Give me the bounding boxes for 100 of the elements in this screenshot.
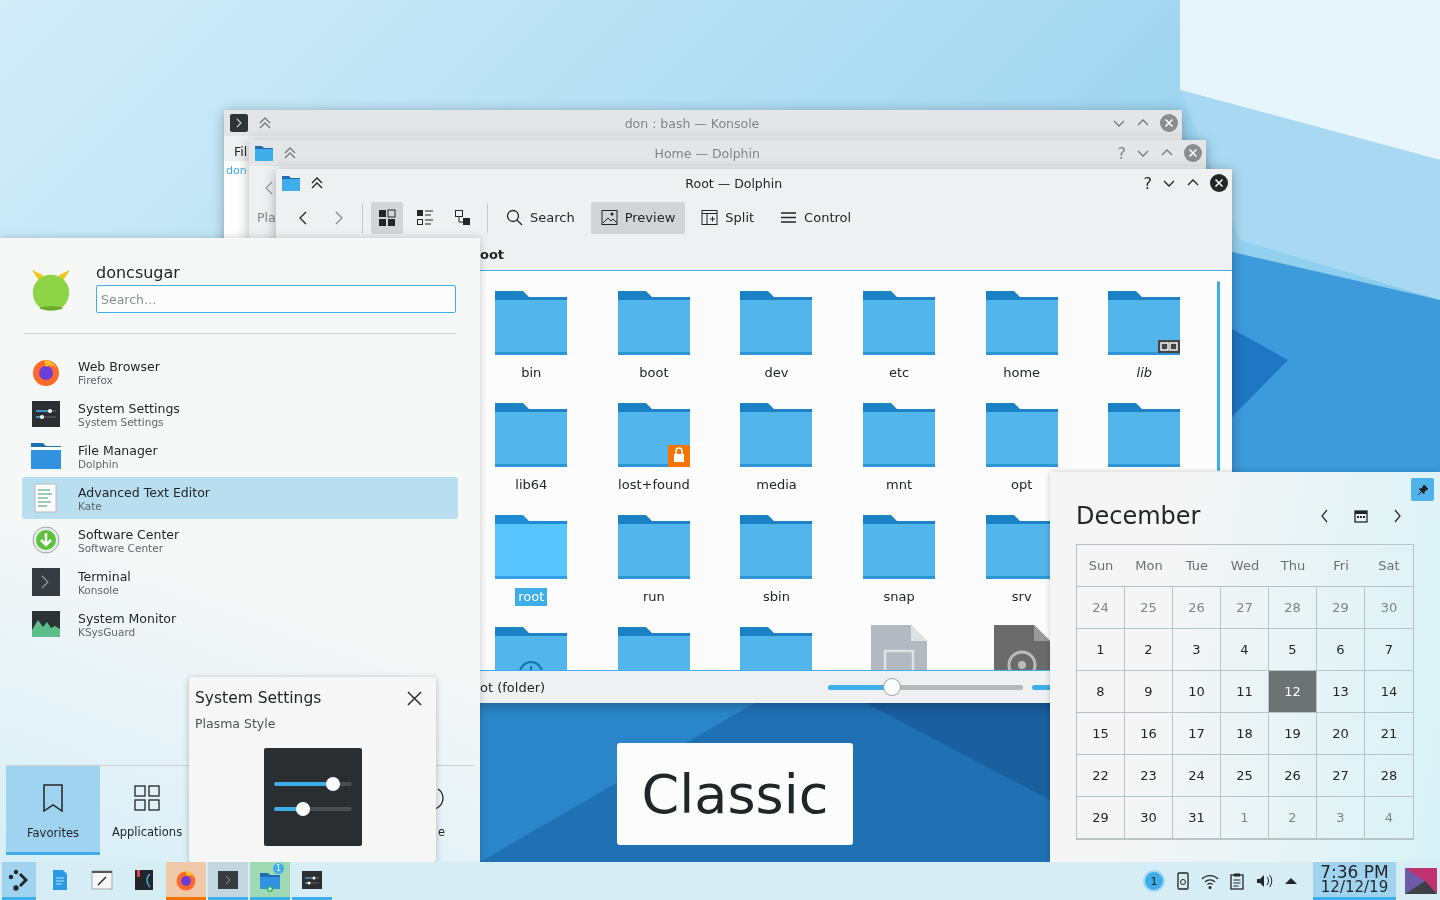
zoom-slider[interactable] <box>828 678 1023 696</box>
folder-icon[interactable] <box>617 513 690 579</box>
phone-icon[interactable] <box>1174 872 1192 890</box>
menu-tab[interactable]: Favorites <box>6 766 100 855</box>
day-cell[interactable]: 13 <box>1317 671 1365 713</box>
day-cell[interactable]: 18 <box>1221 713 1269 755</box>
day-cell[interactable]: 23 <box>1125 755 1173 797</box>
list-icon <box>416 208 434 227</box>
help-button[interactable]: ? <box>1143 173 1152 193</box>
app-item[interactable]: Advanced Text Editor Kate <box>22 477 458 519</box>
folder-icon[interactable] <box>863 289 936 355</box>
taskbar-button[interactable] <box>208 862 248 900</box>
close-icon[interactable] <box>407 690 422 706</box>
day-cell[interactable]: 28 <box>1269 587 1317 629</box>
file-name[interactable]: run <box>639 588 668 606</box>
toolbar-button[interactable]: Split <box>691 201 765 234</box>
day-cell[interactable]: 31 <box>1173 797 1221 839</box>
day-cell[interactable]: 9 <box>1125 671 1173 713</box>
file-name[interactable]: snap <box>880 588 918 606</box>
pin-button[interactable] <box>1411 478 1434 501</box>
linked-folder-icon[interactable] <box>1108 289 1181 355</box>
file-name[interactable]: media <box>753 476 800 494</box>
toolbar-button[interactable]: Preview <box>590 201 686 234</box>
taskbar-button[interactable] <box>2 862 36 900</box>
day-cell[interactable]: 24 <box>1173 755 1221 797</box>
day-cell[interactable]: 16 <box>1125 713 1173 755</box>
file-name[interactable]: opt <box>1008 476 1036 494</box>
slider-handle[interactable] <box>883 678 902 696</box>
file-name[interactable]: lib <box>1133 364 1155 382</box>
day-cell[interactable]: 14 <box>1365 671 1413 713</box>
keep-above-icon[interactable] <box>310 176 324 190</box>
wifi-icon[interactable] <box>1201 872 1219 890</box>
file-name[interactable]: dev <box>761 364 792 382</box>
day-cell[interactable]: 6 <box>1317 629 1365 671</box>
day-cell[interactable]: 25 <box>1221 755 1269 797</box>
toolbar-button[interactable]: Control <box>770 201 862 234</box>
day-cell[interactable]: 17 <box>1173 713 1221 755</box>
day-cell[interactable]: 26 <box>1173 587 1221 629</box>
app-item[interactable]: File Manager Dolphin <box>22 435 458 477</box>
folder-icon[interactable] <box>495 289 568 355</box>
close-icon[interactable] <box>1210 174 1228 192</box>
day-cell[interactable]: 10 <box>1173 671 1221 713</box>
calendar-icon[interactable] <box>1354 509 1368 523</box>
scrollbar[interactable] <box>1217 281 1220 471</box>
app-item[interactable]: Web Browser Firefox <box>22 351 458 393</box>
app-item[interactable]: System Settings System Settings <box>22 393 458 435</box>
view-mode-button[interactable] <box>371 201 403 234</box>
day-cell[interactable]: 22 <box>1077 755 1125 797</box>
day-cell[interactable]: 2 <box>1125 629 1173 671</box>
file-name[interactable]: srv <box>1008 588 1035 606</box>
breadcrumb[interactable]: oot <box>480 246 505 262</box>
folder-icon[interactable] <box>740 401 813 467</box>
folder-icon[interactable] <box>863 513 936 579</box>
folder-icon[interactable] <box>740 289 813 355</box>
show-desktop-icon[interactable] <box>1405 866 1437 896</box>
day-cell[interactable]: 8 <box>1077 671 1125 713</box>
notification-badge[interactable]: 1 <box>1143 870 1165 892</box>
day-cell[interactable]: 30 <box>1125 797 1173 839</box>
folder-icon[interactable] <box>985 401 1058 467</box>
clipboard-icon[interactable] <box>1228 872 1246 890</box>
day-cell[interactable]: 20 <box>1317 713 1365 755</box>
folder-icon[interactable] <box>1108 401 1181 467</box>
day-cell[interactable]: 19 <box>1269 713 1317 755</box>
app-item[interactable]: Software Center Software Center <box>22 519 458 561</box>
day-cell[interactable]: 15 <box>1077 713 1125 755</box>
app-item[interactable]: System Monitor KSysGuard <box>22 603 458 645</box>
locked-folder-icon[interactable] <box>617 401 690 467</box>
grid-icon <box>378 208 396 227</box>
toolbar-button[interactable]: Search <box>496 201 585 234</box>
file-name[interactable]: home <box>1000 364 1044 382</box>
folder-icon[interactable] <box>740 513 813 579</box>
folder-icon[interactable] <box>985 289 1058 355</box>
day-cell[interactable]: 27 <box>1317 755 1365 797</box>
day-cell[interactable]: 7 <box>1365 629 1413 671</box>
folder-icon[interactable] <box>495 513 568 579</box>
volume-icon[interactable] <box>1255 872 1273 890</box>
folder-icon[interactable] <box>617 289 690 355</box>
day-cell[interactable]: 25 <box>1125 587 1173 629</box>
day-cell[interactable]: 1 <box>1077 629 1125 671</box>
day-cell[interactable]: 3 <box>1173 629 1221 671</box>
menu-tab[interactable]: Applications <box>100 766 194 855</box>
file-name[interactable]: lost+found <box>615 476 693 494</box>
day-cell[interactable]: 12 <box>1269 671 1317 713</box>
file-name[interactable]: mnt <box>883 476 916 494</box>
menu-item[interactable]: Fil <box>234 144 248 159</box>
day-cell[interactable]: 21 <box>1365 713 1413 755</box>
day-cell[interactable]: 28 <box>1365 755 1413 797</box>
file-name[interactable]: etc <box>885 364 913 382</box>
folder-icon[interactable] <box>863 401 936 467</box>
app-item[interactable]: Terminal Konsole <box>22 561 458 603</box>
clock[interactable]: 7:36 PM 12/12/19 <box>1313 862 1396 900</box>
day-cell[interactable]: 4 <box>1221 629 1269 671</box>
search-field[interactable]: Search… <box>96 285 456 313</box>
file-name[interactable]: lib64 <box>512 476 551 494</box>
file-name[interactable]: bin <box>518 364 545 382</box>
folder-icon[interactable] <box>495 401 568 467</box>
day-cell[interactable]: 26 <box>1269 755 1317 797</box>
day-cell[interactable]: 29 <box>1077 797 1125 839</box>
file-name[interactable]: boot <box>636 364 672 382</box>
file-name[interactable]: sbin <box>760 588 793 606</box>
